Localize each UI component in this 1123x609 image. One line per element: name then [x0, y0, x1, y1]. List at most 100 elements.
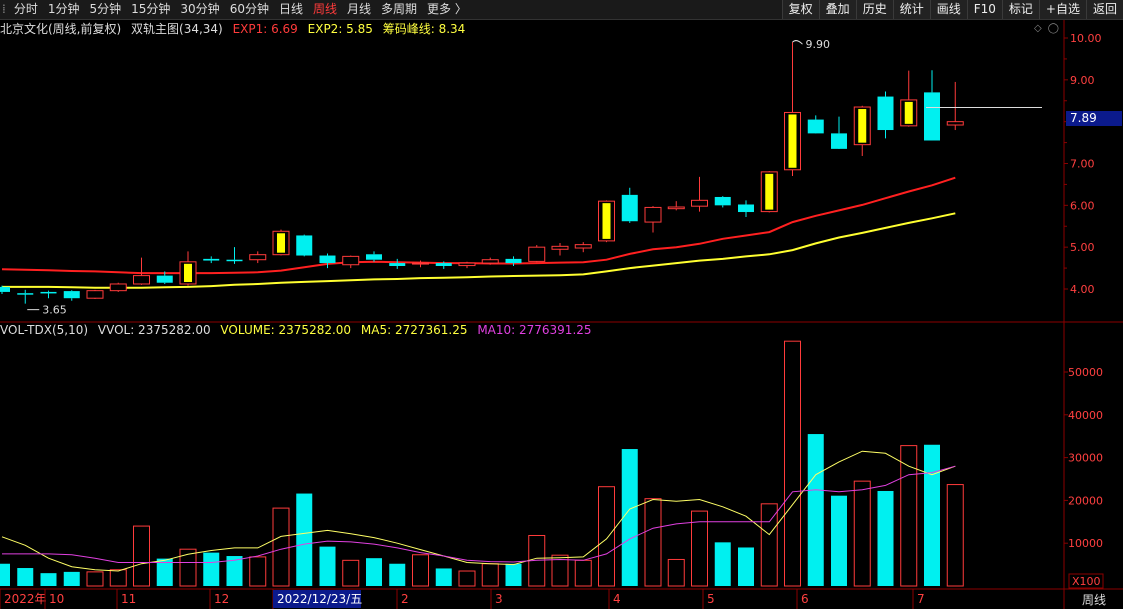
- candle-body: [435, 263, 452, 266]
- volume-bar: [0, 563, 10, 586]
- candle-body: [644, 206, 662, 223]
- volume-bar: [760, 503, 778, 587]
- candle-body: [551, 245, 569, 250]
- candle-body: [86, 290, 104, 299]
- x-axis-label: 3: [495, 592, 503, 606]
- tool-button-1[interactable]: 叠加: [818, 0, 856, 19]
- volume-bar: [296, 493, 313, 586]
- period-tab-8[interactable]: 月线: [342, 0, 376, 19]
- tool-button-7[interactable]: +自选: [1038, 0, 1086, 19]
- candle-body: [296, 235, 313, 256]
- period-label[interactable]: 周线: [1082, 593, 1106, 607]
- volume-bar: [714, 542, 731, 586]
- volume-bar: [86, 571, 104, 587]
- period-tab-0[interactable]: 分时: [9, 0, 43, 19]
- tool-buttons: 复权 叠加 历史 统计 画线 F10 标记 +自选 返回: [781, 0, 1123, 19]
- volume-bar: [644, 498, 662, 587]
- tool-button-4[interactable]: 画线: [929, 0, 967, 19]
- period-tab-4[interactable]: 30分钟: [175, 0, 224, 19]
- volume-bar: [319, 546, 336, 586]
- candle-body: [156, 275, 173, 283]
- volume-bar: [481, 563, 499, 587]
- high-annotation-arrow: [792, 40, 803, 45]
- tool-button-6[interactable]: 标记: [1001, 0, 1039, 19]
- candle-highlight: [277, 233, 285, 253]
- x-axis-label: 5: [707, 592, 715, 606]
- volume-bar: [853, 480, 871, 587]
- volume-bar: [40, 573, 57, 586]
- tool-button-2[interactable]: 历史: [855, 0, 893, 19]
- candle-body: [412, 262, 429, 265]
- vol-axis-label: 20000: [1068, 494, 1103, 507]
- volume-bar: [412, 554, 429, 587]
- candle-body: [528, 246, 546, 262]
- tool-button-8[interactable]: 返回: [1085, 0, 1123, 19]
- candle-highlight: [858, 109, 867, 143]
- candle-highlight: [184, 263, 192, 282]
- volume-bar: [598, 486, 615, 587]
- candle-body: [40, 291, 57, 294]
- candle-body: [0, 286, 10, 292]
- stock-chart[interactable]: 10.009.008.007.006.005.004.0050000400003…: [0, 20, 1123, 609]
- volume-bar: [784, 340, 801, 587]
- period-tab-7[interactable]: 周线: [308, 0, 342, 19]
- period-tab-5[interactable]: 60分钟: [225, 0, 274, 19]
- period-tab-2[interactable]: 5分钟: [84, 0, 126, 19]
- volume-bar: [203, 552, 220, 586]
- x-axis-label: 6: [801, 592, 809, 606]
- x-axis-label: 2022/12/23/五: [277, 592, 362, 606]
- candle-body: [133, 275, 150, 285]
- volume-bar: [924, 444, 940, 586]
- period-tab-6[interactable]: 日线: [274, 0, 308, 19]
- tool-button-3[interactable]: 统计: [892, 0, 930, 19]
- volume-bar: [249, 556, 267, 587]
- tool-button-0[interactable]: 复权: [781, 0, 819, 19]
- x-axis-label: 2022年: [4, 592, 47, 606]
- volume-bar: [505, 563, 522, 586]
- volume-bar: [574, 559, 592, 587]
- period-tabs: ⁞ 分时 1分钟 5分钟 15分钟 30分钟 60分钟 日线 周线 月线 多周期 更多 〉: [0, 0, 472, 19]
- volume-bar: [133, 525, 150, 587]
- volume-bar: [807, 434, 824, 586]
- candle-body: [924, 92, 940, 141]
- volume-bar: [435, 568, 452, 586]
- period-tab-10[interactable]: 更多 〉: [422, 0, 472, 19]
- volume-bar: [458, 570, 476, 587]
- volume-bar: [109, 569, 127, 587]
- candle-body: [481, 259, 499, 264]
- candle-body: [807, 119, 824, 134]
- period-tab-9[interactable]: 多周期: [376, 0, 422, 19]
- toolbar: ⁞ 分时 1分钟 5分钟 15分钟 30分钟 60分钟 日线 周线 月线 多周期 更多 〉 复权 叠加…: [0, 0, 1123, 20]
- scroll-left-icon[interactable]: ⁞: [0, 0, 9, 19]
- vol-axis-label: 30000: [1068, 452, 1103, 465]
- candle-body: [109, 283, 127, 292]
- low-annotation: 3.65: [42, 304, 67, 317]
- volume-bar: [272, 507, 290, 587]
- candle-body: [17, 293, 34, 295]
- candle-body: [342, 255, 360, 266]
- candle-body: [946, 121, 964, 126]
- price-axis-label: 5.00: [1070, 241, 1095, 254]
- x-axis-label: 4: [613, 592, 621, 606]
- price-axis-label: 10.00: [1070, 32, 1102, 45]
- x-axis-label: 7: [917, 592, 925, 606]
- volume-bar: [667, 558, 685, 587]
- volume-bar: [831, 495, 847, 586]
- x-axis-label: 2: [401, 592, 409, 606]
- candle-body: [738, 204, 754, 213]
- candle-highlight: [602, 203, 611, 239]
- candle-body: [691, 199, 708, 207]
- period-tab-1[interactable]: 1分钟: [43, 0, 85, 19]
- candle-highlight: [765, 173, 774, 210]
- period-tab-3[interactable]: 15分钟: [126, 0, 175, 19]
- candle-body: [389, 263, 406, 266]
- price-axis-label: 6.00: [1070, 199, 1095, 212]
- price-axis-label: 7.00: [1070, 158, 1095, 171]
- candle-body: [621, 194, 638, 222]
- vol-axis-label: 10000: [1068, 537, 1103, 550]
- vol-unit-label: X100: [1072, 575, 1101, 588]
- x-axis-label: 11: [121, 592, 136, 606]
- candle-body: [203, 258, 220, 261]
- tool-button-5[interactable]: F10: [966, 0, 1002, 19]
- candle-body: [63, 291, 80, 299]
